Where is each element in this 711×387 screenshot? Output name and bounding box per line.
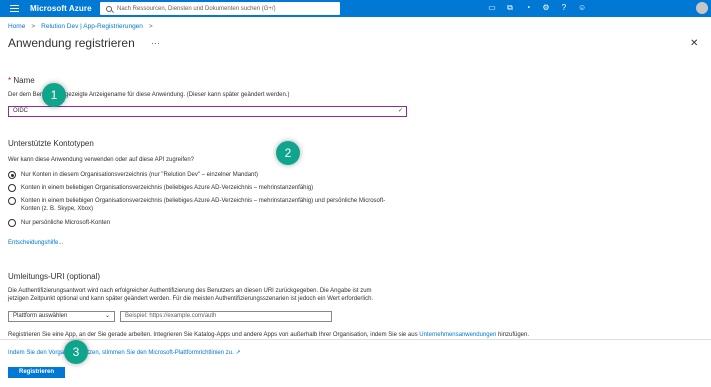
breadcrumb: Home > Relution Dev | App-Registrierunge… bbox=[8, 23, 153, 30]
redirect-uri-input[interactable]: Beispiel: https://example.com/auth bbox=[120, 311, 332, 322]
breadcrumb-app-registrations[interactable]: Relution Dev | App-Registrierungen bbox=[41, 23, 143, 30]
page-title: Anwendung registrieren bbox=[8, 36, 135, 50]
name-label-text: Name bbox=[13, 76, 35, 85]
step-badge-3: 3 bbox=[64, 340, 88, 364]
step-badge-1: 1 bbox=[42, 83, 66, 107]
radio-icon[interactable] bbox=[8, 184, 16, 192]
account-types-title: Unterstützte Kontotypen bbox=[8, 139, 94, 148]
brand-title[interactable]: Microsoft Azure bbox=[30, 4, 92, 13]
register-button[interactable]: Registrieren bbox=[8, 367, 65, 378]
name-input[interactable]: OIDC ✓ bbox=[8, 106, 407, 117]
redirect-uri-description-2: jetzigen Zeitpunkt optional und kann spä… bbox=[8, 296, 374, 302]
enterprise-apps-link[interactable]: Unternehmensanwendungen bbox=[419, 332, 496, 338]
chevron-down-icon: ⌄ bbox=[104, 313, 110, 319]
help-icon[interactable]: ? bbox=[560, 3, 568, 12]
top-bar-icons: ▭ ⧉ ◔ ⚙ ? ☺ bbox=[488, 3, 586, 12]
account-option-multi-tenant[interactable]: Konten in einem beliebigen Organisations… bbox=[8, 184, 313, 192]
close-icon[interactable]: ✕ bbox=[690, 38, 698, 49]
register-note-text: Registrieren Sie eine App, an der Sie ge… bbox=[8, 332, 418, 338]
radio-selected-icon[interactable] bbox=[8, 171, 16, 179]
settings-gear-icon[interactable]: ⚙ bbox=[542, 3, 550, 12]
account-option-label: Konten in einem beliebigen Organisations… bbox=[21, 185, 314, 191]
account-option-label: Konten in einem beliebigen Organisations… bbox=[21, 198, 386, 212]
redirect-uri-title: Umleitungs-URI (optional) bbox=[8, 272, 101, 281]
valid-checkmark-icon: ✓ bbox=[397, 108, 403, 114]
redirect-uri-description-1: Die Authentifizierungsantwort wird nach … bbox=[8, 288, 372, 294]
footer-divider bbox=[0, 339, 711, 340]
external-link-icon: ↗ bbox=[235, 350, 241, 356]
notifications-icon[interactable]: ◔ bbox=[524, 3, 532, 12]
name-input-value: OIDC bbox=[13, 108, 28, 114]
top-bar: Microsoft Azure Nach Ressourcen, Dienste… bbox=[0, 0, 711, 17]
redirect-uri-placeholder: Beispiel: https://example.com/auth bbox=[125, 313, 217, 319]
radio-icon[interactable] bbox=[8, 197, 16, 205]
directory-filter-icon[interactable]: ⧉ bbox=[506, 3, 514, 12]
breadcrumb-separator: > bbox=[148, 23, 153, 30]
decision-help-link[interactable]: Entscheidungshilfe... bbox=[8, 239, 63, 247]
platform-select-value: Plattform auswählen bbox=[13, 313, 68, 319]
register-note-end: hinzufügen. bbox=[498, 332, 530, 338]
breadcrumb-home[interactable]: Home bbox=[8, 23, 25, 30]
search-placeholder: Nach Ressourcen, Diensten und Dokumenten… bbox=[117, 5, 276, 12]
breadcrumb-separator: > bbox=[31, 23, 36, 30]
policy-link[interactable]: Indem Sie den Vorgang fortsetzen, stimme… bbox=[8, 349, 240, 356]
cloud-shell-icon[interactable]: ▭ bbox=[488, 3, 496, 12]
account-types-question: Wer kann diese Anwendung verwenden oder … bbox=[8, 157, 195, 163]
avatar[interactable] bbox=[696, 2, 708, 14]
step-badge-2: 2 bbox=[276, 141, 300, 165]
search-icon bbox=[106, 5, 112, 12]
account-option-single-tenant[interactable]: Nur Konten in diesem Organisationsverzei… bbox=[8, 171, 258, 179]
register-note: Registrieren Sie eine App, an der Sie ge… bbox=[8, 331, 708, 339]
platform-select[interactable]: Plattform auswählen ⌄ bbox=[8, 311, 115, 322]
policy-text: Indem Sie den Vorgang fortsetzen, stimme… bbox=[8, 350, 234, 356]
account-option-label: Nur persönliche Microsoft-Konten bbox=[21, 220, 111, 226]
account-option-personal-only[interactable]: Nur persönliche Microsoft-Konten bbox=[8, 219, 110, 227]
radio-icon[interactable] bbox=[8, 219, 16, 227]
required-mark: * bbox=[8, 76, 12, 85]
account-option-label: Nur Konten in diesem Organisationsverzei… bbox=[21, 172, 259, 178]
more-options-icon[interactable]: ··· bbox=[151, 38, 160, 48]
global-search-input[interactable]: Nach Ressourcen, Diensten und Dokumenten… bbox=[100, 2, 340, 15]
name-label: * Name bbox=[8, 76, 35, 85]
feedback-icon[interactable]: ☺ bbox=[578, 3, 586, 12]
hamburger-menu-icon[interactable] bbox=[10, 5, 19, 12]
account-option-multi-tenant-personal[interactable]: Konten in einem beliebigen Organisations… bbox=[8, 197, 388, 213]
